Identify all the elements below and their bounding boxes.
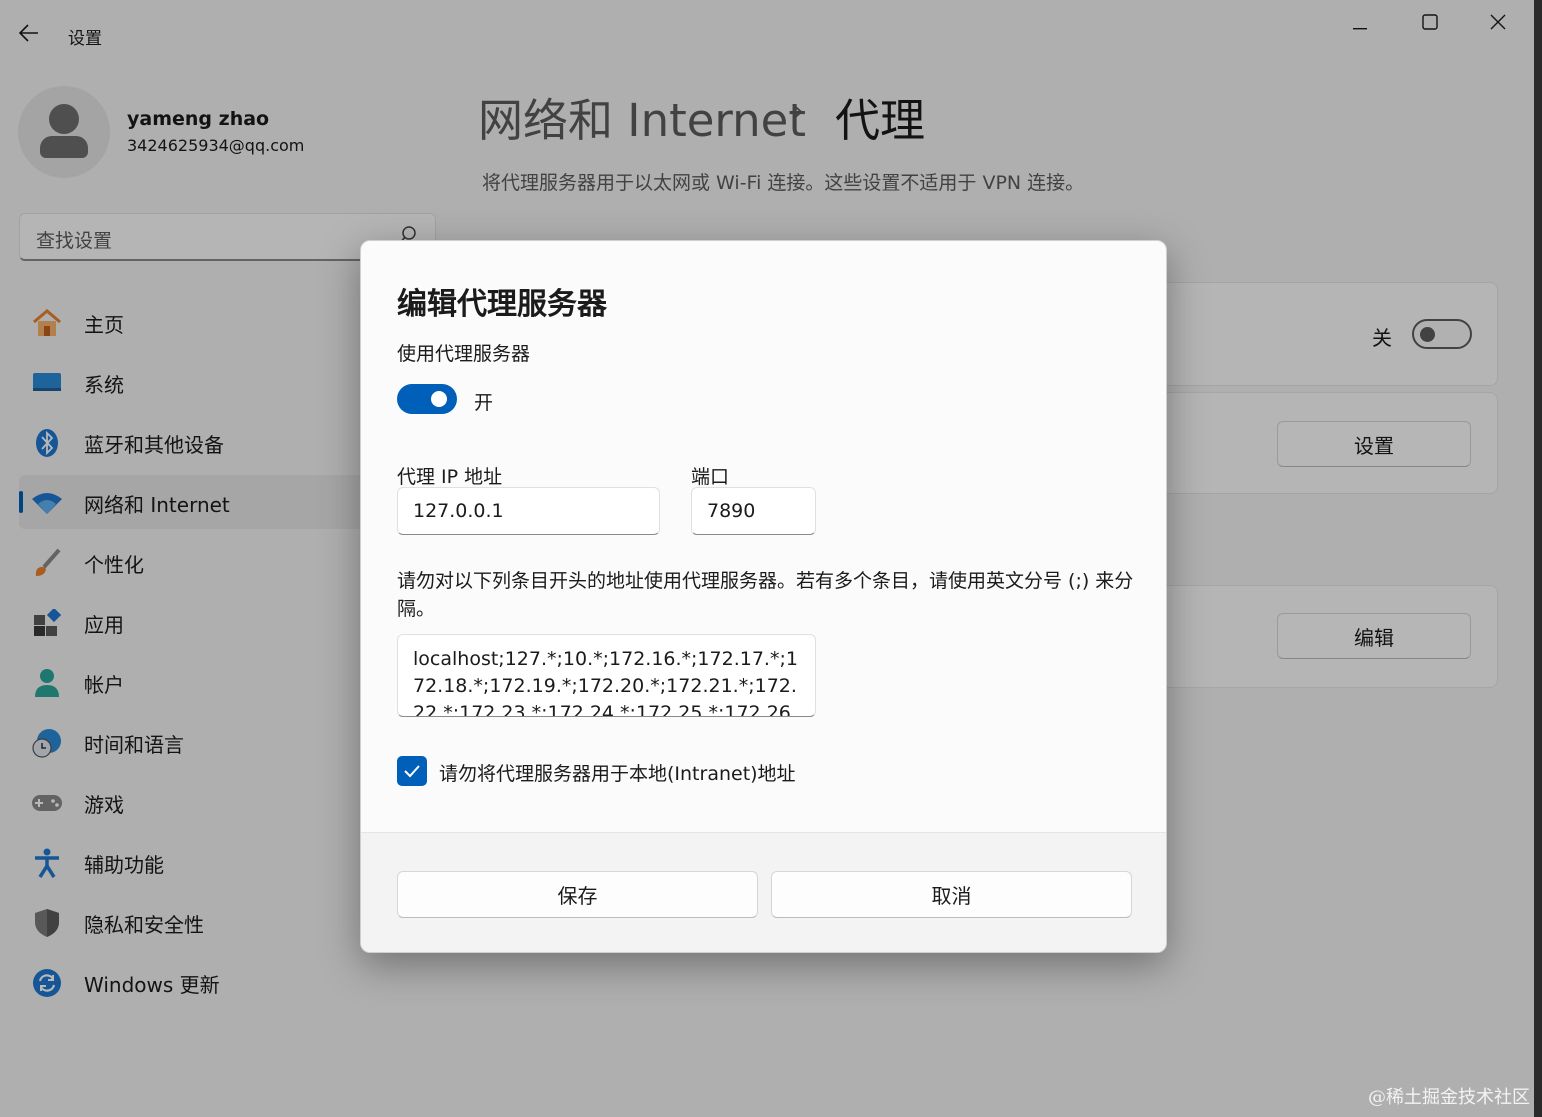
use-proxy-label: 使用代理服务器 [397, 343, 531, 365]
cancel-button[interactable]: 取消 [771, 871, 1132, 918]
dialog-title: 编辑代理服务器 [397, 287, 607, 322]
toggle-knob [431, 391, 447, 407]
local-address-checkbox[interactable] [397, 756, 427, 786]
checkmark-icon [404, 765, 420, 778]
watermark: @稀土掘金技术社区 [1368, 1087, 1530, 1108]
exceptions-description: 请勿对以下列条目开头的地址使用代理服务器。若有多个条目，请使用英文分号 (;) … [397, 570, 1134, 620]
save-button[interactable]: 保存 [397, 871, 758, 918]
port-label: 端口 [691, 466, 730, 488]
local-address-checkbox-label[interactable]: 请勿将代理服务器用于本地(Intranet)地址 [439, 759, 796, 786]
proxy-ip-input[interactable]: 127.0.0.1 [397, 487, 660, 535]
use-proxy-toggle[interactable] [397, 384, 457, 414]
toggle-state-label: 开 [474, 392, 494, 414]
dialog-footer: 保存 取消 [361, 832, 1166, 952]
desktop-edge [1534, 0, 1542, 1117]
settings-window: 设置 yameng zhao 3424625934@qq.com 查找设置 主页… [0, 0, 1534, 1117]
port-input[interactable]: 7890 [691, 487, 816, 535]
exceptions-textarea[interactable]: localhost;127.*;10.*;172.16.*;172.17.*;1… [397, 634, 816, 717]
proxy-ip-label: 代理 IP 地址 [397, 466, 503, 488]
edit-proxy-dialog: 编辑代理服务器 使用代理服务器 开 代理 IP 地址 端口 127.0.0.1 … [360, 240, 1167, 953]
